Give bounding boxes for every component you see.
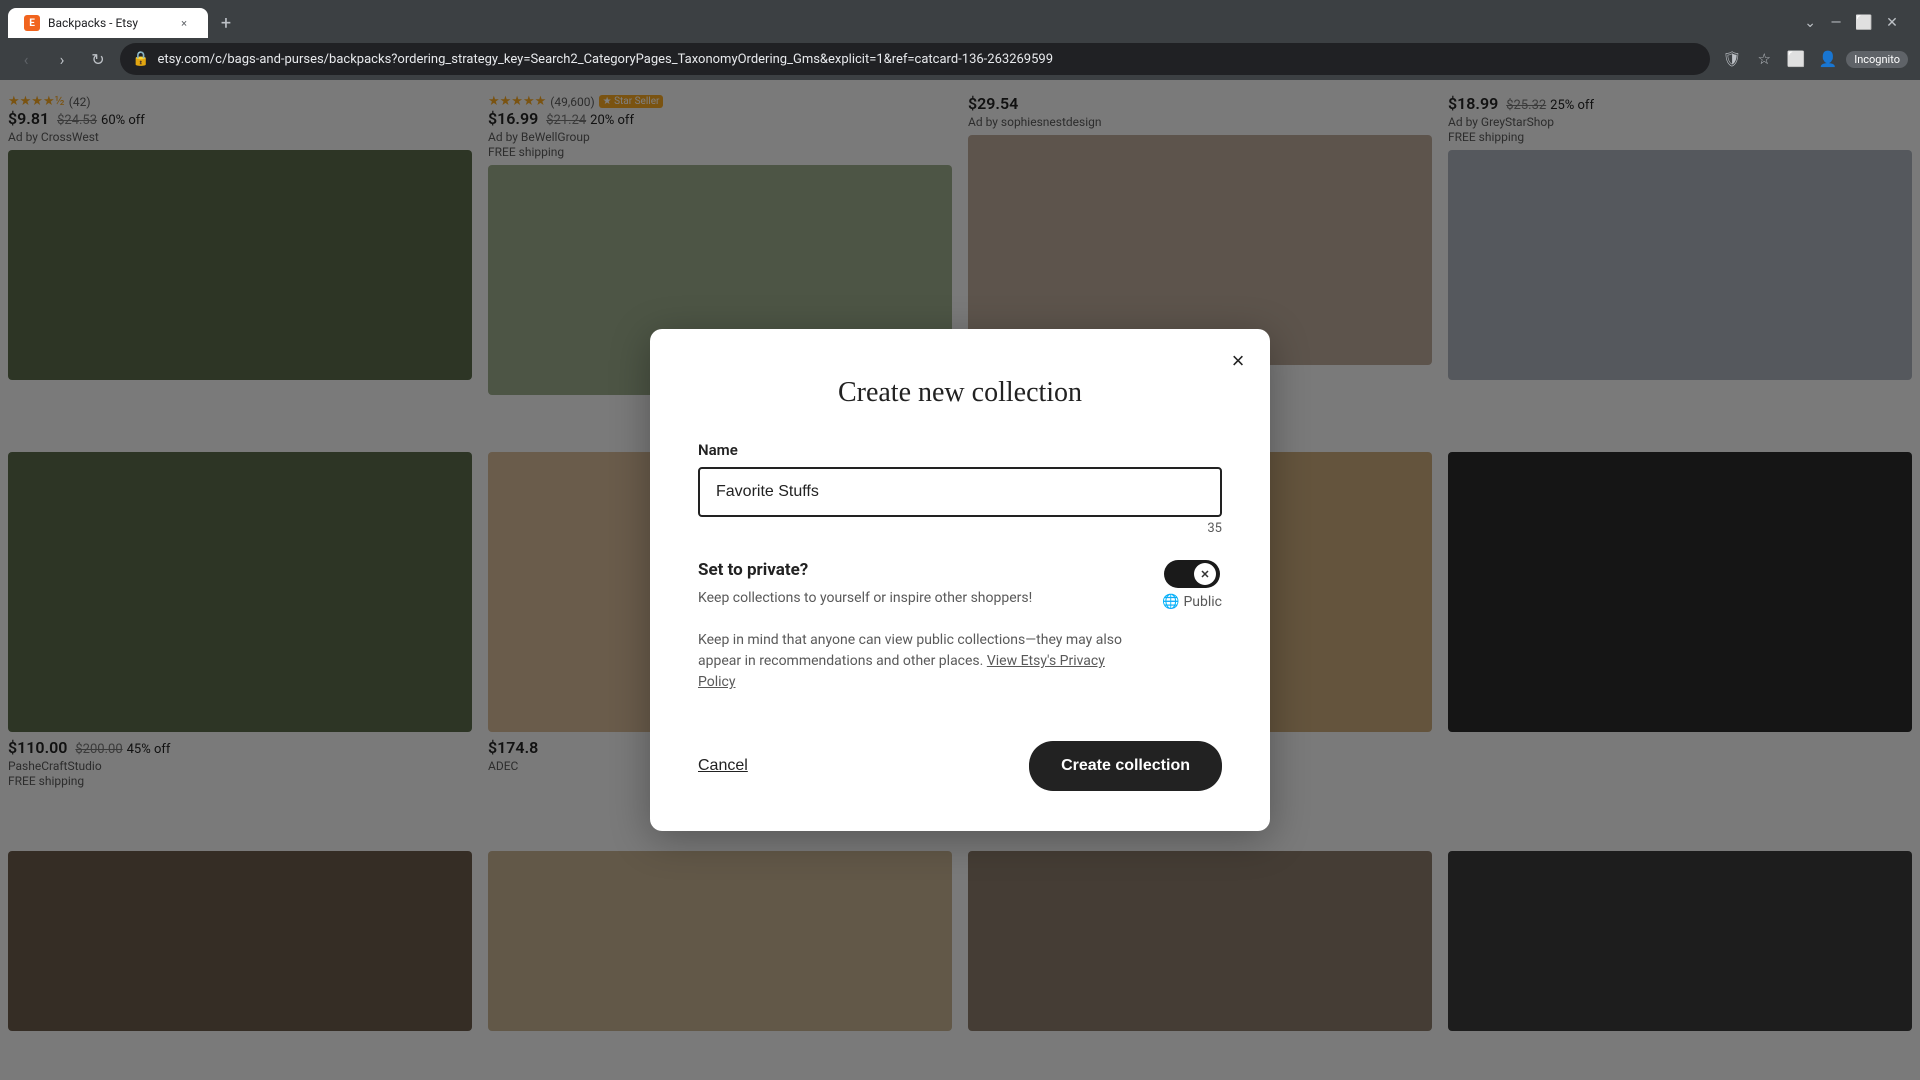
private-section: Set to private? Keep collections to your… — [698, 560, 1222, 693]
modal-footer: Cancel Create collection — [698, 741, 1222, 791]
new-tab-button[interactable]: + — [212, 9, 240, 37]
private-title: Set to private? — [698, 560, 1142, 580]
back-button[interactable]: ‹ — [12, 45, 40, 73]
private-text: Set to private? Keep collections to your… — [698, 560, 1142, 693]
modal-overlay: × Create new collection Name 35 Set to p… — [0, 80, 1920, 1080]
public-label: 🌐 Public — [1162, 594, 1222, 610]
collection-name-input[interactable] — [698, 467, 1222, 517]
char-count: 35 — [698, 521, 1222, 536]
address-bar-row: ‹ › ↻ 🔒 etsy.com/c/bags-and-purses/backp… — [0, 38, 1920, 80]
toggle-x-icon: ✕ — [1200, 568, 1209, 581]
forward-button[interactable]: › — [48, 45, 76, 73]
public-label-text: Public — [1183, 594, 1222, 610]
shield-icon: 🛡 — [1718, 45, 1746, 73]
profile-icon[interactable]: 👤 — [1814, 45, 1842, 73]
globe-icon: 🌐 — [1162, 594, 1179, 610]
active-tab[interactable]: E Backpacks - Etsy × — [8, 8, 208, 38]
window-controls: — ⬜ ✕ — [1824, 11, 1912, 35]
private-desc-1: Keep collections to yourself or inspire … — [698, 590, 1032, 606]
create-collection-modal: × Create new collection Name 35 Set to p… — [650, 329, 1270, 831]
cancel-button[interactable]: Cancel — [698, 749, 748, 783]
tab-bar: E Backpacks - Etsy × + ⌄ — ⬜ ✕ — [0, 0, 1920, 38]
private-desc: Keep collections to yourself or inspire … — [698, 588, 1142, 693]
toolbar-icons: 🛡 ☆ ⬜ 👤 Incognito — [1718, 45, 1908, 73]
page-content: ★★★★½ (42) $9.81 $24.53 60% off Ad by Cr… — [0, 80, 1920, 1080]
extension-puzzle-icon[interactable]: ⬜ — [1782, 45, 1810, 73]
name-label: Name — [698, 441, 1222, 459]
lock-icon: 🔒 — [132, 51, 149, 67]
toggle-container[interactable]: ✕ — [1164, 560, 1220, 588]
incognito-badge: Incognito — [1846, 51, 1908, 68]
bookmark-star-icon[interactable]: ☆ — [1750, 45, 1778, 73]
etsy-favicon: E — [24, 15, 40, 31]
url-text: etsy.com/c/bags-and-purses/backpacks?ord… — [157, 52, 1698, 67]
refresh-button[interactable]: ↻ — [84, 45, 112, 73]
modal-title: Create new collection — [698, 377, 1222, 409]
tab-title: Backpacks - Etsy — [48, 16, 138, 30]
modal-close-button[interactable]: × — [1222, 345, 1254, 377]
minimize-button[interactable]: — — [1824, 11, 1848, 35]
tab-list-button[interactable]: ⌄ — [1796, 11, 1824, 35]
close-window-button[interactable]: ✕ — [1880, 11, 1904, 35]
browser-chrome: E Backpacks - Etsy × + ⌄ — ⬜ ✕ ‹ › ↻ 🔒 e… — [0, 0, 1920, 80]
toggle-wrapper: ✕ 🌐 Public — [1162, 560, 1222, 693]
name-input-wrapper — [698, 467, 1222, 517]
toggle-thumb: ✕ — [1194, 563, 1216, 585]
tab-close-button[interactable]: × — [176, 15, 192, 31]
create-collection-button[interactable]: Create collection — [1029, 741, 1222, 791]
privacy-toggle[interactable]: ✕ — [1164, 560, 1220, 588]
address-bar[interactable]: 🔒 etsy.com/c/bags-and-purses/backpacks?o… — [120, 43, 1710, 75]
maximize-button[interactable]: ⬜ — [1852, 11, 1876, 35]
